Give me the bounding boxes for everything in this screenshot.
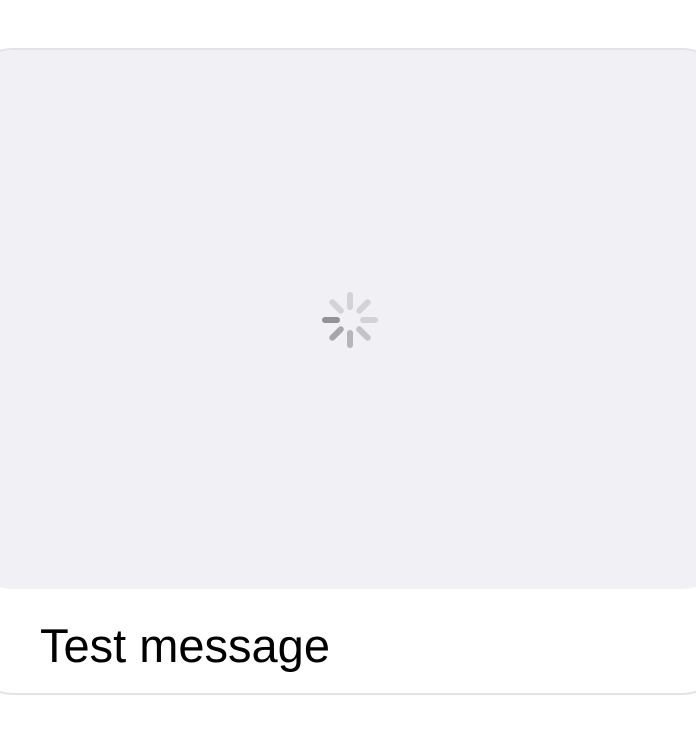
loading-spinner — [322, 292, 378, 348]
activity-indicator-icon — [320, 290, 380, 350]
message-bubble[interactable]: Test message — [0, 48, 696, 695]
message-text: Test message — [40, 619, 330, 672]
media-attachment-preview[interactable] — [0, 50, 696, 589]
conversation-view: Test message — [0, 0, 696, 745]
